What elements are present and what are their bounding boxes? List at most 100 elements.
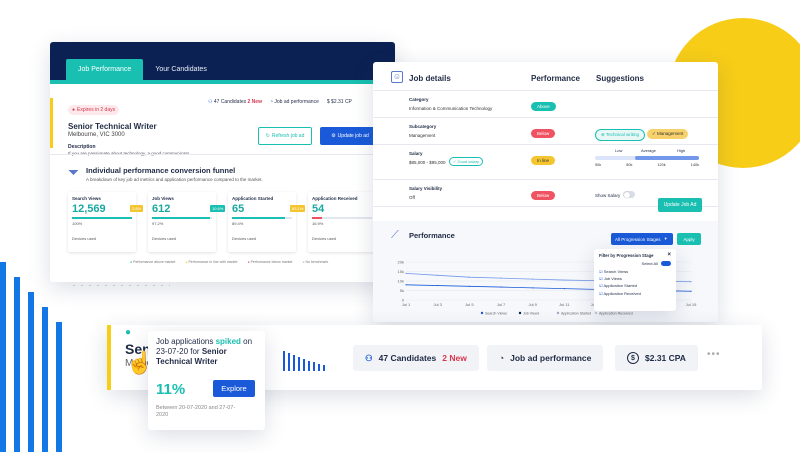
metric-value: 612 bbox=[152, 203, 171, 215]
metric-percent: 100% bbox=[72, 221, 83, 226]
data-point bbox=[500, 277, 502, 279]
row-label: Salary bbox=[409, 151, 423, 156]
data-point bbox=[468, 285, 470, 287]
job-title: Senior Technical Writer bbox=[68, 122, 157, 131]
candidates-chip[interactable]: ⚇ 47 Candidates 2 New bbox=[353, 345, 479, 371]
legend-marker bbox=[594, 311, 598, 315]
update-label: Update job ad bbox=[337, 133, 369, 139]
legend-item: ● Performance in line with market bbox=[185, 260, 238, 264]
good-salary-badge: ✓ Good salary bbox=[449, 157, 484, 166]
job-dashboard-window: Job Performance Your Candidates ● Expires… bbox=[50, 42, 395, 282]
update-job-ad-button[interactable]: Update Job Ad bbox=[658, 198, 702, 212]
job-ad-performance-chip[interactable]: ◔ Job ad performance bbox=[487, 345, 604, 371]
suggestion-management[interactable]: ✓ Management bbox=[647, 129, 689, 139]
legend-item: ● Performance above market bbox=[130, 260, 176, 264]
legend-label: Job Views bbox=[523, 311, 540, 315]
metric-label: Job Views bbox=[152, 196, 174, 201]
job-location: Melbourne, VIC 3000 bbox=[68, 132, 125, 138]
metric-card-job-views[interactable]: Job Views 612 97.2% Devices used bbox=[148, 192, 216, 252]
location-pin-icon: ● bbox=[125, 327, 132, 338]
gauge-icon: ◔ bbox=[269, 99, 273, 105]
tab-job-performance[interactable]: Job Performance bbox=[66, 59, 144, 80]
suggestion-technical-writing[interactable]: ⊕ Technical writing bbox=[595, 129, 645, 141]
filter-option[interactable]: ☑ Application Received bbox=[599, 290, 671, 297]
funnel-legend: ● Performance above market ● Performance… bbox=[130, 260, 328, 264]
suggestions-header: Suggestions bbox=[596, 74, 645, 83]
metric-card-application-started[interactable]: Application Started 65 89.4% Devices use… bbox=[228, 192, 296, 252]
accent-bar bbox=[107, 325, 111, 390]
metric-percent: 16.9% bbox=[312, 221, 324, 226]
performance-header: Performance bbox=[531, 74, 580, 83]
checkbox-icon: ☑ bbox=[599, 276, 603, 282]
dashboard-stats: ⚇ 47 Candidates 2 New ◔ Job ad performan… bbox=[208, 99, 352, 105]
data-point bbox=[563, 288, 565, 290]
row-value: Off bbox=[409, 195, 415, 200]
metric-card-application-received[interactable]: Application Received 54 16.9% Devices us… bbox=[308, 192, 376, 252]
filter-option[interactable]: ☑ Search Views bbox=[599, 268, 671, 275]
data-point bbox=[690, 290, 692, 292]
show-salary-toggle[interactable] bbox=[623, 191, 635, 198]
more-icon[interactable]: ••• bbox=[707, 349, 721, 360]
salary-range-fill bbox=[635, 156, 699, 160]
row-label: Category bbox=[409, 97, 429, 102]
decorative-stripes bbox=[0, 260, 80, 452]
x-tick-label: Jul 3 bbox=[433, 302, 442, 307]
cpa-stat[interactable]: $ $2.31 CP bbox=[327, 99, 352, 105]
show-salary-label: Show Salary bbox=[595, 193, 621, 198]
y-tick-label: 5k bbox=[400, 288, 404, 293]
detail-row-category: Category Information & Communication Tec… bbox=[373, 92, 718, 118]
checkbox-icon: ☑ bbox=[599, 269, 603, 274]
funnel-icon: ⏷ bbox=[68, 164, 80, 180]
line-chart-icon: ⟋ bbox=[391, 229, 399, 241]
legend-marker bbox=[480, 311, 484, 315]
explore-button[interactable]: Explore bbox=[213, 380, 255, 397]
x-tick-label: Jul 9 bbox=[528, 302, 537, 307]
metric-bar bbox=[312, 217, 372, 219]
stage-dropdown[interactable]: All Progression Stages ▾ bbox=[611, 233, 673, 245]
devices-label: Devices used bbox=[312, 236, 337, 241]
filter-option[interactable]: ☑ Application Started bbox=[599, 282, 671, 289]
notification-message: Job applications spiked on 23-07-20 for … bbox=[156, 337, 253, 366]
candidates-stat[interactable]: ⚇ 47 Candidates 2 New bbox=[208, 99, 262, 105]
refresh-job-ad-button[interactable]: ↻ Refresh job ad bbox=[258, 127, 312, 145]
status-pill: Below bbox=[531, 191, 556, 200]
scale-label: High bbox=[677, 148, 686, 153]
data-point bbox=[468, 276, 470, 278]
x-tick-label: Jul 1 bbox=[402, 302, 411, 307]
update-job-ad-button[interactable]: ⚙ Update job ad bbox=[320, 127, 380, 145]
metric-label: Search Views bbox=[72, 196, 101, 201]
metric-card-search-views[interactable]: Search Views 12,569 100% Devices used bbox=[68, 192, 136, 252]
gauge-icon: ◔ bbox=[499, 353, 505, 363]
refresh-label: Refresh job ad bbox=[271, 133, 305, 139]
expiry-badge: ● Expires in 2 days bbox=[68, 105, 120, 115]
filter-option[interactable]: ☑ Job Views bbox=[599, 275, 671, 282]
legend-item: ● No benchmark bbox=[302, 260, 329, 264]
legend-label: Application Received bbox=[599, 311, 633, 315]
tab-your-candidates[interactable]: Your Candidates bbox=[143, 59, 219, 80]
data-point bbox=[437, 274, 439, 276]
apply-button[interactable]: Apply bbox=[677, 233, 701, 245]
close-icon[interactable]: × bbox=[667, 252, 671, 258]
legend-item: ● Performance below market bbox=[247, 260, 293, 264]
y-tick-label: 15k bbox=[398, 269, 404, 274]
job-details-header: Job details bbox=[409, 74, 451, 83]
cpa-text: $2.31 CPA bbox=[645, 353, 686, 363]
performance-title: Performance bbox=[409, 231, 455, 240]
y-tick-label: 10k bbox=[398, 279, 404, 284]
metric-value: 65 bbox=[232, 203, 245, 215]
x-tick-label: Jul 19 bbox=[686, 302, 697, 307]
cpa-chip[interactable]: $ $2.31 CPA bbox=[615, 345, 698, 371]
select-all-toggle[interactable] bbox=[661, 261, 671, 266]
suggestion-text: Management bbox=[657, 131, 684, 136]
filter-title: Filter by Progression Stage bbox=[599, 253, 654, 258]
jobad-stat[interactable]: ◔ Job ad performance bbox=[270, 99, 319, 105]
new-badge: 2 New bbox=[442, 353, 467, 363]
spike-percent: 11% bbox=[156, 381, 186, 398]
expiry-text: Expires in 2 days bbox=[77, 107, 116, 113]
jobad-text: Job ad performance bbox=[274, 99, 319, 105]
row-label: Salary Visibility bbox=[409, 186, 443, 191]
dropdown-value: All Progression Stages bbox=[615, 236, 661, 242]
candidates-text: 47 Candidates bbox=[378, 353, 437, 363]
conversion-tag: 2.6% bbox=[130, 205, 144, 212]
spike-notification-card: Job applications spiked on 23-07-20 for … bbox=[148, 331, 265, 430]
